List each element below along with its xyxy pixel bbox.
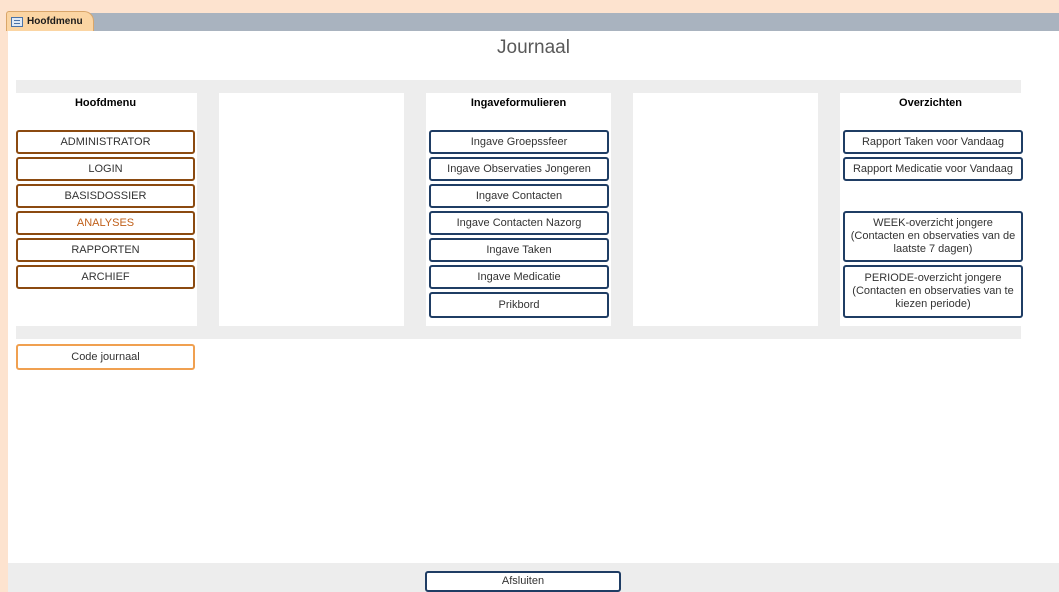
rapport-taken-button[interactable]: Rapport Taken voor Vandaag xyxy=(843,130,1023,154)
section-heading-hoofdmenu: Hoofdmenu xyxy=(74,97,137,109)
section-heading-ingave: Ingaveformulieren xyxy=(470,97,567,109)
object-tab-bar: Hoofdmenu xyxy=(0,0,1059,31)
administrator-button[interactable]: ADMINISTRATOR xyxy=(16,130,195,154)
basisdossier-button[interactable]: BASISDOSSIER xyxy=(16,184,195,208)
periode-overzicht-button[interactable]: PERIODE-overzicht jongere (Contacten en … xyxy=(843,265,1023,318)
column-divider xyxy=(404,93,426,326)
top-band xyxy=(16,80,1021,93)
rapport-medicatie-button[interactable]: Rapport Medicatie voor Vandaag xyxy=(843,157,1023,181)
ingave-taken-button[interactable]: Ingave Taken xyxy=(429,238,609,262)
column-divider xyxy=(197,93,219,326)
form-icon xyxy=(11,16,23,27)
tab-strip xyxy=(8,13,1059,31)
login-button[interactable]: LOGIN xyxy=(16,157,195,181)
column-divider xyxy=(611,93,633,326)
analyses-button[interactable]: ANALYSES xyxy=(16,211,195,235)
ingave-groepssfeer-button[interactable]: Ingave Groepssfeer xyxy=(429,130,609,154)
tab-label: Hoofdmenu xyxy=(27,16,83,27)
column-divider xyxy=(818,93,840,326)
section-heading-overzichten: Overzichten xyxy=(899,97,962,109)
bottom-band xyxy=(16,326,1021,339)
ingave-contacten-nazorg-button[interactable]: Ingave Contacten Nazorg xyxy=(429,211,609,235)
ingave-contacten-button[interactable]: Ingave Contacten xyxy=(429,184,609,208)
code-journaal-button[interactable]: Code journaal xyxy=(16,344,195,370)
afsluiten-button[interactable]: Afsluiten xyxy=(425,571,621,592)
archief-button[interactable]: ARCHIEF xyxy=(16,265,195,289)
week-overzicht-button[interactable]: WEEK-overzicht jongere (Contacten en obs… xyxy=(843,211,1023,262)
form-area: Journaal Hoofdmenu Ingaveformulieren Ove… xyxy=(8,31,1059,592)
tab-hoofdmenu[interactable]: Hoofdmenu xyxy=(6,11,94,31)
ingave-observaties-jongeren-button[interactable]: Ingave Observaties Jongeren xyxy=(429,157,609,181)
prikbord-button[interactable]: Prikbord xyxy=(429,292,609,318)
page-title: Journaal xyxy=(497,37,570,58)
rapporten-button[interactable]: RAPPORTEN xyxy=(16,238,195,262)
ingave-medicatie-button[interactable]: Ingave Medicatie xyxy=(429,265,609,289)
